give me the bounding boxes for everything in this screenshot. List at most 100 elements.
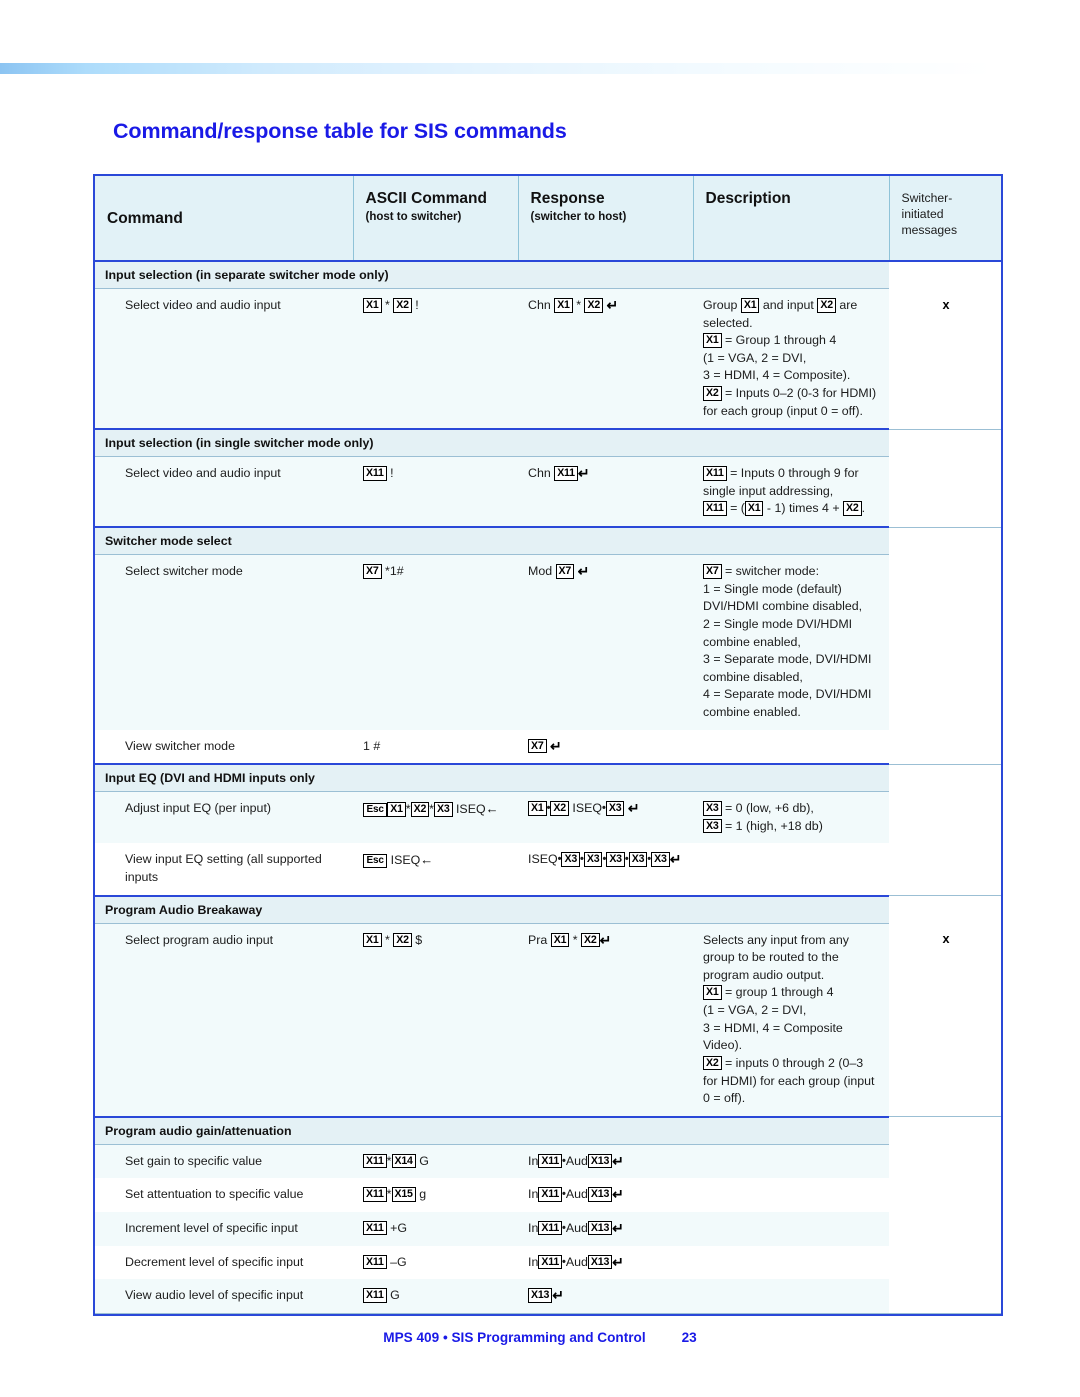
section-title-input-selection-in-separate-switcher-mode-on: Input selection (in separate switcher mo…	[95, 260, 889, 289]
table-header-row: Command ASCII Command (host to switcher)…	[95, 176, 1001, 262]
token-text: - 1) times 4 +	[763, 501, 844, 516]
table-row: Set attentuation to specific value X11 * X1…	[95, 1178, 1001, 1212]
description-line: X2 = inputs 0 through 2 (0–3	[703, 1055, 883, 1073]
variable-token-x1: X1	[703, 333, 722, 348]
table-body: Input selection (in separate switcher mo…	[95, 260, 1001, 1314]
variable-token-x3: X3	[606, 852, 625, 867]
token-text: = 1 (high, +18 db)	[721, 818, 823, 833]
token-text: 4 = Separate mode, DVI/HDMI	[703, 687, 872, 702]
sis-command-table-wrapper: Command ASCII Command (host to switcher)…	[93, 174, 1003, 1316]
variable-token-x13: X13	[587, 1220, 613, 1236]
header-description-label: Description	[705, 190, 791, 207]
token-text: 3 = Separate mode, DVI/HDMI	[703, 652, 872, 667]
description-line: Video).	[703, 1037, 883, 1055]
page-footer: MPS 409 • SIS Programming and Control 23	[0, 1330, 1080, 1345]
cell-description: X7 = switcher mode: 1 = Single mode (defa…	[693, 554, 889, 730]
variable-token-x11: X11	[538, 1254, 563, 1270]
description-line: (1 = VGA, 2 = DVI,	[703, 350, 883, 368]
section-title-input-selection-in-single-switcher-mode-only: Input selection (in single switcher mode…	[95, 428, 889, 458]
cell-description: Selects any input from any group to be ro…	[693, 923, 889, 1118]
token-text: 2 = Single mode DVI/HDMI	[703, 616, 853, 631]
token-text: DVI/HDMI combine disabled,	[703, 599, 863, 614]
cell-command: View audio level of specific input	[95, 1279, 353, 1314]
description-line: (1 = VGA, 2 = DVI,	[703, 1002, 883, 1020]
cell-switcher-initiated-marker	[889, 1279, 1001, 1314]
carriage-return-icon: ↵	[577, 465, 590, 482]
token-text: .	[861, 501, 866, 516]
variable-token-x11: X11	[363, 466, 387, 481]
variable-token-x13: X13	[587, 1187, 613, 1202]
variable-token-x2: X2	[393, 298, 412, 313]
section-title-program-audio-gain-attenuation: Program audio gain/attenuation	[95, 1115, 889, 1145]
description-line: X1 = Group 1 through 4	[703, 332, 883, 350]
cell-description	[693, 1211, 889, 1246]
cell-switcher-initiated-marker	[889, 456, 1001, 528]
cell-ascii-command: 1 #	[353, 729, 518, 765]
token-text: +G	[386, 1220, 407, 1235]
cell-switcher-initiated-marker	[889, 1211, 1001, 1246]
table-row: View audio level of specific input X11 GX…	[95, 1279, 1001, 1314]
cell-description: X11 = Inputs 0 through 9 for single input…	[693, 456, 889, 528]
cell-response: In X11 •Aud X13 ↵	[518, 1211, 693, 1246]
token-text: *	[381, 932, 394, 947]
cell-switcher-initiated-marker: x	[889, 288, 1001, 430]
table-row: Select program audio input X1 * X2 $ Pra X…	[95, 923, 1001, 1118]
cell-response: ISEQ• X3 • X3 • X3 • X3 • X3 ↵	[518, 843, 693, 897]
description-line: X2 = Inputs 0–2 (0-3 for HDMI)	[703, 385, 883, 403]
token-text: ISEQ	[528, 852, 558, 867]
token-text: In	[528, 1187, 539, 1202]
variable-token-x7: X7	[555, 564, 575, 579]
cell-response: In X11 •Aud X13 ↵	[518, 1178, 693, 1212]
cell-switcher-initiated-marker	[889, 554, 1001, 730]
description-line: combine enabled.	[703, 704, 883, 722]
table-row: Increment level of specific input X11 +G I…	[95, 1211, 1001, 1246]
section-header-spacer	[889, 764, 1001, 792]
variable-token-x11: X11	[538, 1187, 563, 1202]
section-header-spacer	[889, 895, 1001, 924]
section-title-switcher-mode-select: Switcher mode select	[95, 526, 889, 556]
table-row: Select switcher mode X7 *1# Mod X7 ↵ X7 = s…	[95, 554, 1001, 730]
token-text: $	[411, 932, 423, 947]
cell-description	[693, 843, 889, 897]
cell-ascii-command: X11 * X15 g	[353, 1178, 518, 1212]
token-text: combine disabled,	[703, 669, 803, 684]
token-text: Aud	[565, 1187, 588, 1202]
header-cell-response: Response (switcher to host)	[518, 176, 694, 262]
section-header-spacer	[889, 527, 1001, 555]
variable-token-x14: X14	[391, 1153, 416, 1169]
header-switcher-initiated-label: Switcher-initiated messages	[901, 191, 958, 238]
description-line: 3 = HDMI, 4 = Composite	[703, 1020, 883, 1038]
variable-token-x1: X1	[554, 298, 573, 313]
page-title: Command/response table for SIS commands	[113, 119, 567, 143]
section-header-row: Input selection (in separate switcher mo…	[95, 260, 1001, 289]
variable-token-x3: X3	[605, 801, 625, 816]
carriage-return-icon: ↵	[627, 800, 640, 817]
carriage-return-icon: ↵	[606, 297, 619, 313]
cell-command: Increment level of specific input	[95, 1211, 353, 1246]
token-text: = 0 (low, +6 db),	[721, 801, 814, 816]
variable-token-x2: X2	[393, 932, 412, 948]
section-header-row: Input EQ (DVI and HDMI inputs only	[95, 763, 1001, 793]
variable-token-x13: X13	[587, 1254, 613, 1270]
header-command-label: Command	[107, 209, 183, 227]
variable-token-x11: X11	[363, 1187, 387, 1202]
token-text: Pra	[528, 932, 551, 947]
variable-token-x7: X7	[363, 564, 382, 579]
header-cell-description: Description	[693, 176, 890, 262]
description-line: X11 = (X1 - 1) times 4 + X2.	[703, 500, 883, 518]
cell-ascii-command: X11 –G	[353, 1245, 518, 1280]
description-line: Selects any input from any	[703, 932, 883, 950]
token-text: In	[528, 1220, 539, 1235]
description-line: 1 = Single mode (default)	[703, 581, 883, 599]
table-row: Select video and audio input X1 * X2 ! Chn…	[95, 288, 1001, 430]
cell-response: X7 ↵	[518, 729, 693, 765]
table-row: Select video and audio input X11 ! Chn X11…	[95, 456, 1001, 528]
variable-token-esc: Esc	[363, 803, 388, 817]
description-line: X1 = group 1 through 4	[703, 984, 883, 1002]
token-text: Aud	[565, 1153, 588, 1168]
token-text: Chn	[528, 466, 555, 481]
variable-token-x2: X2	[584, 298, 604, 313]
token-text: ISEQ	[568, 801, 603, 816]
description-line: for HDMI) for each group (input	[703, 1073, 883, 1091]
footer-page-number: 23	[681, 1330, 697, 1345]
